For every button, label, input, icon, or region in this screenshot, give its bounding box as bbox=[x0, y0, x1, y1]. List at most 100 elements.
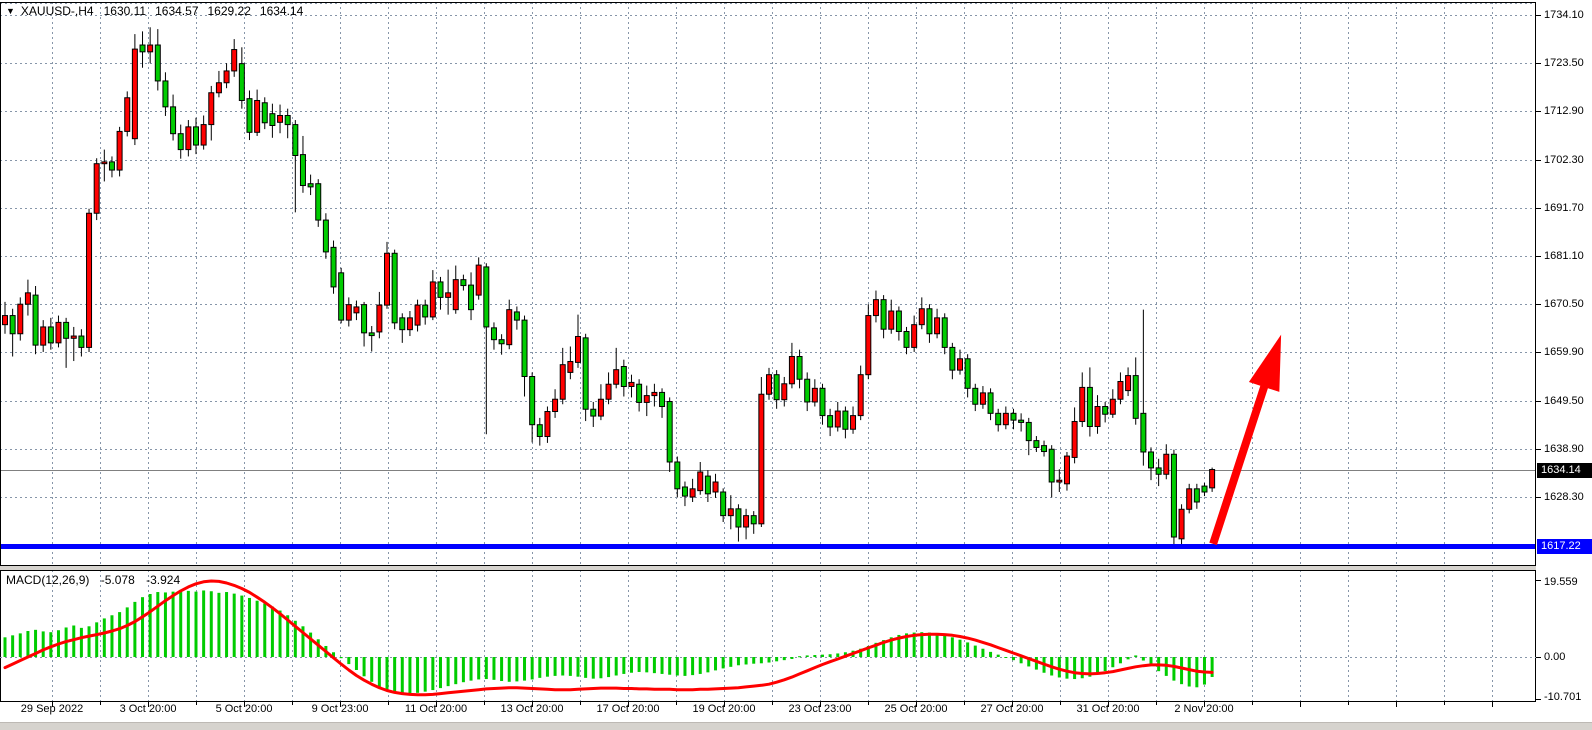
bull-candle bbox=[782, 384, 787, 400]
bull-candle bbox=[1179, 509, 1184, 539]
bear-candle bbox=[499, 340, 504, 344]
macd-bar bbox=[691, 657, 694, 675]
bear-candle bbox=[491, 328, 496, 340]
bear-candle bbox=[522, 320, 527, 376]
bull-candle bbox=[767, 375, 772, 395]
trend-arrow[interactable] bbox=[1213, 335, 1281, 544]
mt4-chart-window: ▼ XAUUSD-,H4 1630.11 1634.57 1629.22 163… bbox=[0, 0, 1592, 730]
macd-bar bbox=[729, 657, 732, 667]
bear-candle bbox=[996, 413, 1001, 424]
bull-candle bbox=[545, 412, 550, 437]
bear-candle bbox=[721, 492, 726, 516]
bull-candle bbox=[255, 100, 260, 132]
bear-candle bbox=[1133, 376, 1138, 419]
macd-bar bbox=[378, 657, 381, 687]
macd-bar bbox=[340, 657, 343, 658]
macd-bar bbox=[638, 657, 641, 672]
macd-bar bbox=[783, 657, 786, 660]
bear-candle bbox=[1141, 413, 1146, 452]
bear-candle bbox=[927, 309, 932, 334]
bear-candle bbox=[461, 280, 466, 286]
bear-candle bbox=[300, 155, 305, 186]
macd-bar bbox=[943, 635, 946, 657]
macd-bar bbox=[370, 657, 373, 682]
macd-bar bbox=[645, 657, 648, 672]
macd-bar bbox=[775, 657, 778, 661]
bear-candle bbox=[469, 285, 474, 310]
bear-candle bbox=[843, 411, 848, 429]
bear-candle bbox=[751, 516, 756, 524]
macd-bar bbox=[790, 657, 793, 659]
macd-bar bbox=[745, 657, 748, 664]
macd-bar bbox=[477, 657, 480, 679]
bull-candle bbox=[125, 98, 130, 132]
time-tick-label: 5 Oct 20:00 bbox=[216, 703, 273, 715]
macd-bar bbox=[4, 637, 7, 657]
bear-candle bbox=[973, 388, 978, 404]
bear-candle bbox=[331, 247, 336, 287]
time-tick-label: 3 Oct 20:00 bbox=[120, 703, 177, 715]
bear-candle bbox=[1171, 454, 1176, 537]
bull-candle bbox=[148, 45, 153, 52]
bear-candle bbox=[1087, 387, 1092, 426]
bear-candle bbox=[293, 125, 298, 156]
bull-candle bbox=[25, 293, 30, 304]
time-tick-label: 19 Oct 20:00 bbox=[693, 703, 756, 715]
macd-bar bbox=[156, 592, 159, 657]
macd-bar bbox=[661, 657, 664, 674]
bull-candle bbox=[889, 311, 894, 329]
macd-bar bbox=[210, 591, 213, 657]
macd-bar bbox=[217, 593, 220, 657]
macd-bar bbox=[676, 657, 679, 676]
macd-bar bbox=[1127, 657, 1130, 659]
bear-candle bbox=[682, 487, 687, 496]
bull-candle bbox=[94, 164, 99, 214]
bull-candle bbox=[980, 393, 985, 404]
time-tick-label: 2 Nov 20:00 bbox=[1174, 703, 1233, 715]
macd-bar bbox=[363, 657, 366, 676]
macd-bar bbox=[195, 592, 198, 657]
bear-candle bbox=[797, 356, 802, 379]
macd-bar bbox=[355, 657, 358, 670]
bull-candle bbox=[117, 131, 122, 170]
macd-bar bbox=[256, 601, 259, 657]
macd-bar bbox=[928, 633, 931, 657]
bull-candle bbox=[812, 388, 817, 402]
panel-splitter[interactable] bbox=[0, 566, 1536, 570]
bear-candle bbox=[48, 327, 53, 343]
macd-bar bbox=[11, 635, 14, 657]
symbol-dropdown-icon[interactable]: ▼ bbox=[6, 5, 15, 17]
bull-candle bbox=[41, 327, 46, 345]
price-tick-label: 1670.50 bbox=[1544, 298, 1584, 310]
bull-candle bbox=[789, 356, 794, 383]
macd-bar bbox=[1065, 657, 1068, 679]
indicator-label: MACD(12,26,9) -5.078 -3.924 bbox=[6, 573, 188, 587]
chart-canvas[interactable] bbox=[0, 0, 1592, 730]
macd-bar bbox=[1012, 657, 1015, 660]
bull-candle bbox=[873, 300, 878, 316]
macd-bar bbox=[1142, 657, 1145, 661]
bear-candle bbox=[155, 45, 160, 81]
symbol-quote-bar[interactable]: ▼ XAUUSD-,H4 1630.11 1634.57 1629.22 163… bbox=[6, 4, 312, 18]
macd-bar bbox=[133, 602, 136, 657]
bull-candle bbox=[186, 127, 191, 150]
macd-bar bbox=[416, 657, 419, 693]
macd-bar bbox=[951, 637, 954, 657]
bull-candle bbox=[614, 370, 619, 385]
bull-candle bbox=[3, 316, 8, 325]
quote-close: 1634.14 bbox=[260, 4, 303, 18]
bull-candle bbox=[385, 253, 390, 305]
macd-bar bbox=[447, 657, 450, 686]
macd-bar bbox=[1111, 657, 1114, 667]
macd-bar bbox=[42, 631, 45, 657]
macd-bar bbox=[997, 655, 1000, 657]
bull-candle bbox=[354, 307, 359, 313]
macd-bar bbox=[622, 657, 625, 674]
macd-bar bbox=[798, 656, 801, 657]
indicator-signal-value: -3.924 bbox=[146, 573, 180, 587]
bear-candle bbox=[904, 331, 909, 347]
bull-candle bbox=[690, 489, 695, 497]
bear-candle bbox=[774, 375, 779, 400]
bear-candle bbox=[262, 103, 267, 123]
macd-bar bbox=[936, 634, 939, 657]
